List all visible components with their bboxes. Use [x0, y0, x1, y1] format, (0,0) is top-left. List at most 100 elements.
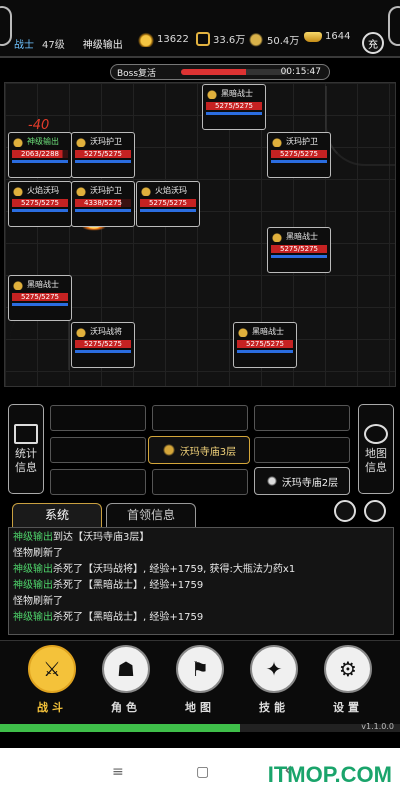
hp-bar: 5275/5275 [75, 150, 131, 158]
nav-label: 设置 [333, 701, 363, 714]
home-icon[interactable]: ▢ [196, 764, 209, 780]
rank-emblem-icon [12, 279, 24, 290]
nav-skills[interactable]: ✦ 技能 [244, 645, 304, 723]
coins-value: 33.6万 [213, 35, 246, 46]
map-slot[interactable] [254, 405, 350, 431]
hp-bar: 5275/5275 [271, 150, 327, 158]
tab-system[interactable]: 系统 [12, 503, 102, 527]
scroll-icon [364, 423, 388, 444]
map-slot[interactable] [50, 437, 146, 463]
card-header: 火焰沃玛 [140, 185, 196, 196]
monster-card[interactable]: 沃玛战将 5275/5275 [71, 322, 135, 368]
next-location-button[interactable]: 沃玛寺庙2层 [254, 467, 350, 495]
rank-emblem-icon [12, 185, 24, 196]
recharge-button[interactable]: 充 [362, 32, 384, 54]
tab-boss-info[interactable]: 首领信息 [106, 503, 196, 527]
unit-name: 黑暗战士 [252, 327, 284, 336]
gold-ingot-icon [304, 31, 322, 42]
monster-card[interactable]: 沃玛护卫 5275/5275 [267, 132, 331, 178]
rank-emblem-icon [75, 185, 87, 196]
card-header: 火焰沃玛 [12, 185, 68, 196]
version-label: v1.1.0.0 [361, 722, 394, 731]
experience-bar [0, 724, 400, 732]
monster-card[interactable]: 沃玛护卫 5275/5275 [71, 132, 135, 178]
nav-map[interactable]: ⚑ 地图 [170, 645, 230, 723]
map-slot[interactable] [152, 469, 248, 495]
monster-card[interactable]: 黑暗战士 5275/5275 [8, 275, 72, 321]
log-line: 怪物刷新了 [13, 594, 389, 610]
mp-bar [271, 160, 327, 163]
battle-icon[interactable] [364, 500, 386, 522]
card-header: 沃玛护卫 [271, 136, 327, 147]
map-scroll-icon: ⚑ [176, 645, 224, 693]
mp-bar [206, 112, 262, 115]
monster-card[interactable]: 黑暗战士 5275/5275 [202, 84, 266, 130]
monster-card[interactable]: 沃玛护卫 4338/5275 [71, 181, 135, 227]
card-header: 沃玛护卫 [75, 185, 131, 196]
location-emblem-icon [161, 444, 176, 456]
player-title: 神级输出 [82, 40, 123, 51]
map-slot[interactable] [152, 405, 248, 431]
boss-timer: 00:15:47 [280, 67, 321, 77]
menu-icon[interactable]: ≡ [112, 764, 124, 780]
next-location-label: 沃玛寺庙2层 [281, 477, 339, 489]
log-actor: 神级输出 [13, 532, 53, 543]
boss-progress-track [181, 69, 289, 75]
unit-name: 火焰沃玛 [155, 186, 187, 195]
unit-name: 黑暗战士 [221, 89, 253, 98]
mp-bar [12, 209, 68, 212]
map-slot[interactable] [50, 469, 146, 495]
mp-bar [75, 350, 131, 353]
rank-emblem-icon [271, 136, 283, 147]
hp-bar: 4338/5275 [75, 199, 131, 207]
stats-info-label: 统计信息 [15, 446, 37, 474]
level-label: 47级 [42, 40, 65, 51]
mp-bar [12, 303, 68, 306]
dead-tree-decoration [325, 86, 395, 166]
mp-bar [75, 209, 131, 212]
nav-settings[interactable]: ⚙ 设置 [318, 645, 378, 723]
nav-label: 技能 [259, 701, 289, 714]
hp-bar: 5275/5275 [206, 102, 262, 110]
mp-bar [75, 160, 131, 163]
watermark: ITMOP.COM [267, 762, 392, 787]
card-header: 黑暗战士 [237, 326, 293, 337]
card-header: 黑暗战士 [271, 231, 327, 242]
power-value: 13622 [157, 33, 189, 45]
monster-card[interactable]: 火焰沃玛 5275/5275 [8, 181, 72, 227]
coins-stat: 33.6万 [196, 31, 245, 46]
unit-name: 沃玛战将 [90, 327, 122, 336]
log-actor: 神级输出 [13, 564, 53, 575]
map-slot[interactable] [254, 437, 350, 463]
unit-name: 黑暗战士 [27, 280, 59, 289]
power-stat: 13622 [138, 31, 189, 47]
stats-info-button[interactable]: 统计信息 [8, 404, 44, 494]
monster-card[interactable]: 火焰沃玛 5275/5275 [136, 181, 200, 227]
hp-bar: 5275/5275 [12, 293, 68, 301]
nav-battle[interactable]: ⚔ 战斗 [22, 645, 82, 723]
bottom-nav: ⚔ 战斗 ☗ 角色 ⚑ 地图 ✦ 技能 ⚙ 设置 [0, 640, 400, 724]
hp-bar: 2063/2288 [12, 150, 68, 158]
unit-name: 火焰沃玛 [27, 186, 59, 195]
log-line: 怪物刷新了 [13, 546, 389, 562]
gems-stat: 50.4万 [248, 31, 299, 47]
monster-card[interactable]: 黑暗战士 5275/5275 [233, 322, 297, 368]
helmet-icon: ☗ [102, 645, 150, 693]
book-icon [14, 423, 38, 444]
rank-emblem-icon [12, 136, 24, 147]
monster-card[interactable]: 黑暗战士 5275/5275 [267, 227, 331, 273]
map-slot[interactable] [50, 405, 146, 431]
map-info-button[interactable]: 地图信息 [358, 404, 394, 494]
rank-emblem-icon [206, 88, 218, 99]
boss-progress-fill [181, 69, 246, 75]
experience-fill [0, 724, 240, 732]
chest-icon[interactable] [334, 500, 356, 522]
unit-name: 黑暗战士 [286, 232, 318, 241]
nav-character[interactable]: ☗ 角色 [96, 645, 156, 723]
current-location[interactable]: 沃玛寺庙3层 [148, 436, 250, 464]
player-card[interactable]: 神级输出 2063/2288 [8, 132, 72, 178]
portal-icon [265, 476, 278, 486]
log-line: 神级输出到达【沃玛寺庙3层】 [13, 530, 389, 546]
log-text: 怪物刷新了 [13, 548, 63, 559]
log-line: 神级输出杀死了【黑暗战士】, 经验+1759 [13, 610, 389, 626]
